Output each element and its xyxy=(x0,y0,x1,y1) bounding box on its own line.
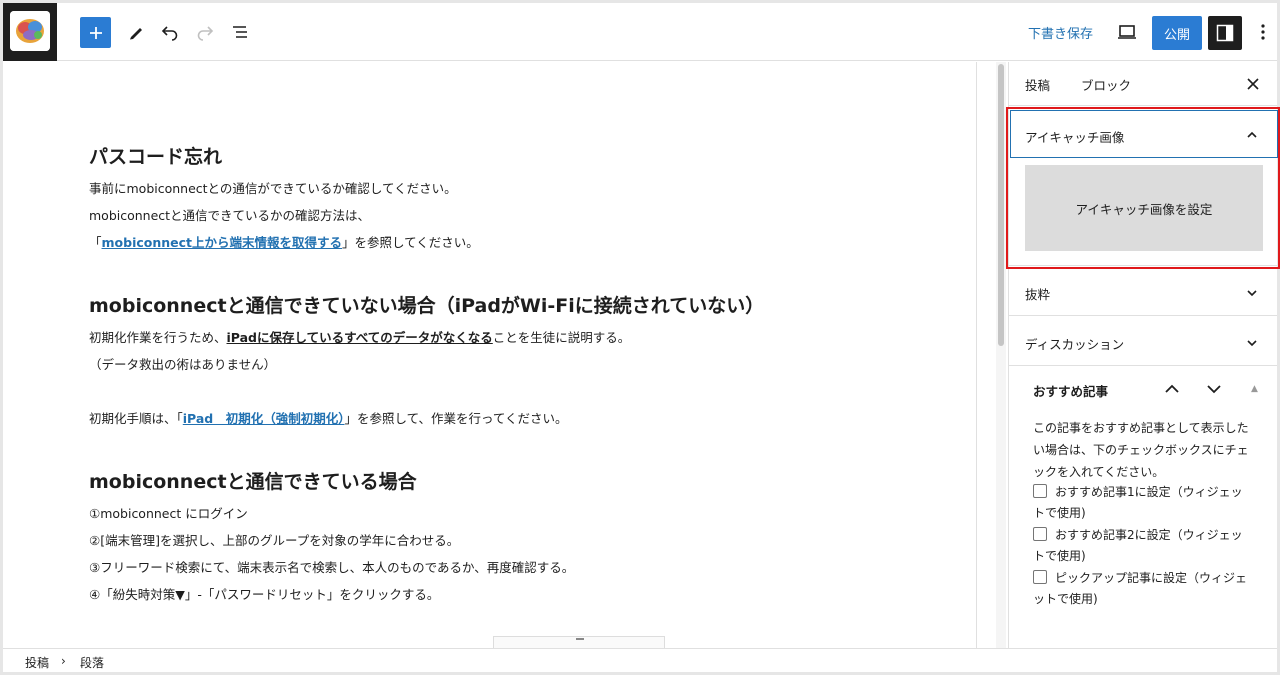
editor-canvas[interactable]: パスコード忘れ 事前にmobiconnectとの通信ができているか確認してくださ… xyxy=(3,62,996,648)
heading-connected[interactable]: mobiconnectと通信できている場合 xyxy=(89,467,417,494)
checkbox[interactable] xyxy=(1033,570,1047,584)
step-4[interactable]: ④「紛失時対策▼」-「パスワードリセット」をクリックする。 xyxy=(89,586,439,604)
tab-block[interactable]: ブロック xyxy=(1081,75,1131,94)
settings-toggle-button[interactable] xyxy=(1208,16,1242,50)
breadcrumb-paragraph[interactable]: 段落 xyxy=(80,654,104,671)
redo-icon xyxy=(197,26,214,41)
link-get-device-info[interactable]: mobiconnect上から端末情報を取得する xyxy=(102,235,343,250)
laptop-icon xyxy=(1118,25,1136,39)
paragraph-5[interactable]: （データ救出の術はありません） xyxy=(89,356,276,374)
preview-button[interactable] xyxy=(1114,19,1140,45)
paragraph-6-tail: 」を参照して、作業を行ってください。 xyxy=(344,411,568,426)
paragraph-6[interactable]: 初期化手順は、「iPad 初期化（強制初期化）」を参照して、作業を行ってください… xyxy=(89,410,568,428)
plus-icon xyxy=(89,26,102,39)
breadcrumb-post[interactable]: 投稿 xyxy=(25,654,49,671)
publish-button[interactable]: 公開 xyxy=(1152,16,1202,50)
document-overview-button[interactable] xyxy=(227,19,253,45)
top-toolbar: 下書き保存 公開 xyxy=(3,3,1277,61)
redo-button[interactable] xyxy=(192,19,218,45)
checkbox-label: ピックアップ記事に設定（ウィジェットで使用) xyxy=(1033,571,1248,606)
panel-discussion: ディスカッション xyxy=(1009,316,1277,366)
step-3[interactable]: ③フリーワード検索にて、端末表示名で検索し、本人のものであるか、再度確認する。 xyxy=(89,559,574,577)
save-draft-button[interactable]: 下書き保存 xyxy=(1020,19,1101,45)
checkbox-label: おすすめ記事2に設定（ウィジェットで使用) xyxy=(1033,528,1243,563)
paragraph-3[interactable]: 「mobiconnect上から端末情報を取得する」を参照してください。 xyxy=(89,234,479,252)
step-1[interactable]: ①mobiconnect にログイン xyxy=(89,505,248,523)
canvas-divider xyxy=(976,62,977,648)
sidebar-tabs: 投稿 ブロック xyxy=(1009,62,1277,106)
bracket-open: 「 xyxy=(89,235,102,250)
featured-image-focus-ring xyxy=(1010,110,1278,158)
excerpt-toggle[interactable]: 抜粋 xyxy=(1025,284,1050,303)
checkbox[interactable] xyxy=(1033,527,1047,541)
image-block[interactable] xyxy=(493,636,665,648)
chevron-down-icon[interactable] xyxy=(1245,336,1259,350)
tools-button[interactable] xyxy=(123,19,149,45)
breadcrumb-separator: › xyxy=(61,654,66,668)
add-block-button[interactable] xyxy=(80,17,111,48)
site-logo-button[interactable] xyxy=(3,3,57,61)
brain-logo-icon xyxy=(10,11,50,51)
link-ipad-reset[interactable]: iPad 初期化（強制初期化） xyxy=(183,411,345,426)
heading-not-connected[interactable]: mobiconnectと通信できていない場合（iPadがWi-Fiに接続されてい… xyxy=(89,291,764,318)
move-up-icon[interactable] xyxy=(1164,382,1180,396)
checkbox-recommend-2[interactable]: おすすめ記事2に設定（ウィジェットで使用) xyxy=(1033,525,1253,567)
step-2[interactable]: ②[端末管理]を選択し、上部のグループを対象の学年に合わせる。 xyxy=(89,532,459,550)
more-vertical-icon xyxy=(1261,24,1265,40)
pencil-icon xyxy=(130,28,142,40)
checkbox[interactable] xyxy=(1033,484,1047,498)
close-icon xyxy=(1247,78,1259,90)
sidebar-icon xyxy=(1216,24,1234,42)
undo-icon xyxy=(161,26,178,41)
discussion-toggle[interactable]: ディスカッション xyxy=(1025,334,1124,353)
undo-button[interactable] xyxy=(157,19,183,45)
move-down-icon[interactable] xyxy=(1206,382,1222,396)
checkbox-pickup[interactable]: ピックアップ記事に設定（ウィジェットで使用) xyxy=(1033,568,1253,610)
paragraph-6-head: 初期化手順は、「 xyxy=(89,411,183,426)
list-view-icon xyxy=(233,26,247,38)
collapse-triangle-icon[interactable]: ▲ xyxy=(1251,384,1258,394)
heading-passcode[interactable]: パスコード忘れ xyxy=(89,142,222,169)
panel-excerpt: 抜粋 xyxy=(1009,266,1277,316)
paragraph-1[interactable]: 事前にmobiconnectとの通信ができているか確認してください。 xyxy=(89,180,457,198)
recommend-description: この記事をおすすめ記事として表示したい場合は、下のチェックボックスにチェックを入… xyxy=(1033,421,1249,479)
options-button[interactable] xyxy=(1253,19,1273,45)
tab-post[interactable]: 投稿 xyxy=(1025,75,1050,94)
paragraph-3-tail: 」を参照してください。 xyxy=(342,235,479,250)
set-featured-image-button[interactable]: アイキャッチ画像を設定 xyxy=(1025,165,1263,251)
paragraph-4[interactable]: 初期化作業を行うため、iPadに保存しているすべてのデータがなくなることを生徒に… xyxy=(89,329,630,347)
close-sidebar-button[interactable] xyxy=(1243,74,1263,94)
chevron-down-icon[interactable] xyxy=(1245,286,1259,300)
checkbox-label: おすすめ記事1に設定（ウィジェットで使用) xyxy=(1033,485,1243,520)
block-breadcrumb: 投稿 › 段落 xyxy=(3,648,1277,672)
editor-scrollbar-thumb[interactable] xyxy=(998,64,1004,346)
data-loss-warning: iPadに保存しているすべてのデータがなくなる xyxy=(226,330,493,345)
paragraph-4-tail: ことを生徒に説明する。 xyxy=(492,330,631,345)
recommend-title: おすすめ記事 xyxy=(1033,384,1109,399)
paragraph-4-head: 初期化作業を行うため、 xyxy=(89,330,227,345)
checkbox-recommend-1[interactable]: おすすめ記事1に設定（ウィジェットで使用) xyxy=(1033,482,1253,524)
paragraph-2[interactable]: mobiconnectと通信できているかの確認方法は、 xyxy=(89,207,370,225)
